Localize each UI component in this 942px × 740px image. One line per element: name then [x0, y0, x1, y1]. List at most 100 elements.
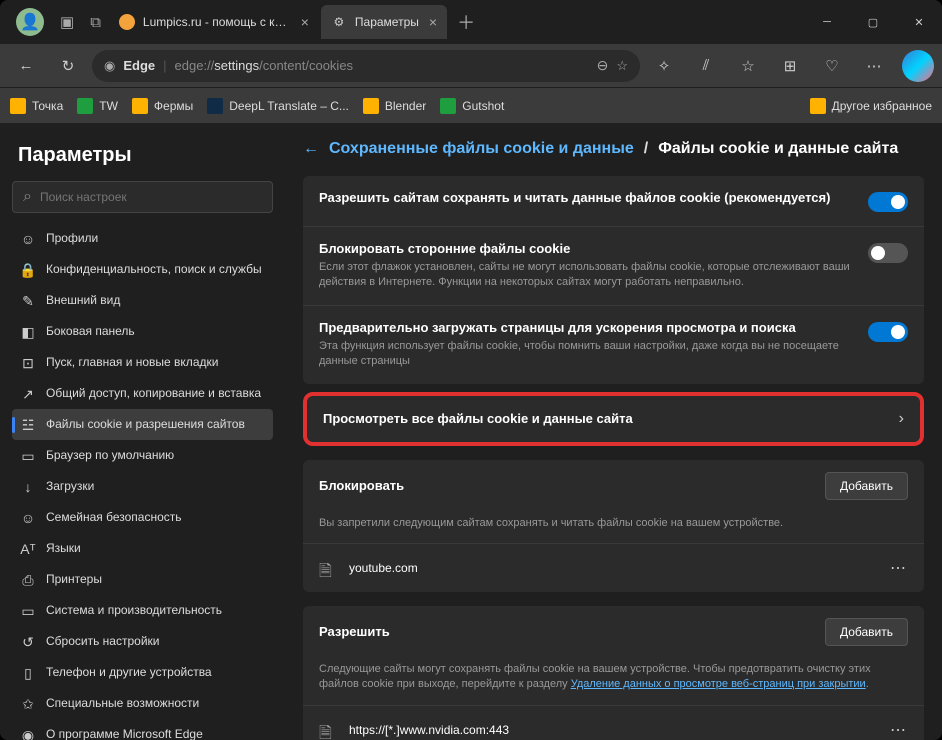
search-icon[interactable]: ⊖	[597, 57, 609, 74]
new-tab-button[interactable]: ＋	[457, 9, 475, 35]
toggle-preload[interactable]	[868, 322, 908, 342]
favorite-icon[interactable]: ☆	[616, 58, 628, 74]
back-button[interactable]: ←	[8, 50, 44, 82]
block-section-description: Вы запретили следующим сайтам сохранять …	[303, 516, 924, 543]
setting-preload: Предварительно загружать страницы для ус…	[319, 320, 868, 335]
toggle-block-third-party[interactable]	[868, 243, 908, 263]
tab-settings[interactable]: ⚙ Параметры ×	[321, 5, 447, 39]
sidebar-item-about[interactable]: ◉О программе Microsoft Edge	[12, 719, 273, 740]
setting-description: Если этот флажок установлен, сайты не мо…	[319, 260, 868, 291]
cookie-icon: ☳	[20, 417, 36, 433]
sidebar-item-share[interactable]: ↗Общий доступ, копирование и вставка	[12, 378, 273, 409]
home-icon: ⊡	[20, 355, 36, 371]
sidebar-item-printers[interactable]: ⎙Принтеры	[12, 564, 273, 595]
sidebar-item-appearance[interactable]: ✎Внешний вид	[12, 285, 273, 316]
accessibility-icon: ✩	[20, 696, 36, 712]
workspaces-icon[interactable]: ▣	[60, 13, 74, 31]
sidebar-item-profiles[interactable]: ☺Профили	[12, 223, 273, 254]
setting-allow-cookies: Разрешить сайтам сохранять и читать данн…	[319, 190, 868, 205]
sidebar-item-downloads[interactable]: ↓Загрузки	[12, 471, 273, 502]
back-icon[interactable]: ←	[303, 140, 319, 158]
more-icon[interactable]: ⋯	[890, 720, 908, 740]
breadcrumb-current: Файлы cookie и данные сайта	[658, 140, 898, 158]
toggle-allow-cookies[interactable]	[868, 192, 908, 212]
folder-icon	[810, 98, 826, 114]
bookmark-item[interactable]: Фермы	[132, 98, 193, 114]
search-settings[interactable]: ⌕	[12, 181, 273, 213]
sidebar-item-privacy[interactable]: 🔒Конфиденциальность, поиск и службы	[12, 254, 273, 285]
view-all-cookies-row[interactable]: Просмотреть все файлы cookie и данные са…	[303, 392, 924, 446]
breadcrumb: ← Сохраненные файлы cookie и данные / Фа…	[303, 140, 924, 158]
bookmark-item[interactable]: TW	[77, 98, 118, 114]
profile-avatar[interactable]: 👤	[16, 8, 44, 36]
bookmark-item[interactable]: Blender	[363, 98, 426, 114]
toolbar: ← ↻ ◉ Edge | edge://settings/content/coo…	[0, 44, 942, 88]
panel-icon: ◧	[20, 324, 36, 340]
sidebar-item-accessibility[interactable]: ✩Специальные возможности	[12, 688, 273, 719]
sidebar-item-phone[interactable]: ▯Телефон и другие устройства	[12, 657, 273, 688]
brand-label: Edge	[123, 58, 155, 73]
bookmark-item[interactable]: Точка	[10, 98, 63, 114]
sidebar-title: Параметры	[18, 144, 273, 167]
sidebar-item-sidebar[interactable]: ◧Боковая панель	[12, 316, 273, 347]
family-icon: ☺	[20, 510, 36, 526]
more-icon[interactable]: ⋯	[890, 558, 908, 578]
edge-icon: ◉	[20, 727, 36, 740]
clear-on-close-link[interactable]: Удаление данных о просмотре веб-страниц …	[571, 678, 866, 690]
maximize-button[interactable]: ▢	[850, 0, 896, 44]
settings-main: ← Сохраненные файлы cookie и данные / Фа…	[285, 124, 942, 740]
system-icon: ▭	[20, 603, 36, 619]
settings-sidebar: Параметры ⌕ ☺Профили 🔒Конфиденциальность…	[0, 124, 285, 740]
breadcrumb-link[interactable]: Сохраненные файлы cookie и данные	[329, 140, 634, 158]
copilot-button[interactable]	[902, 50, 934, 82]
share-icon: ↗	[20, 386, 36, 402]
sidebar-item-default[interactable]: ▭Браузер по умолчанию	[12, 440, 273, 471]
close-window-button[interactable]: ✕	[896, 0, 942, 44]
bookmark-item[interactable]: Gutshot	[440, 98, 504, 114]
phone-icon: ▯	[20, 665, 36, 681]
url-text: edge://settings/content/cookies	[175, 58, 589, 73]
reset-icon: ↺	[20, 634, 36, 650]
site-icon	[119, 14, 135, 30]
minimize-button[interactable]: ─	[804, 0, 850, 44]
sidebar-item-system[interactable]: ▭Система и производительность	[12, 595, 273, 626]
folder-icon	[363, 98, 379, 114]
bookmarks-bar: Точка TW Фермы DeepL Translate – C... Bl…	[0, 88, 942, 124]
lock-icon: 🔒	[20, 262, 36, 278]
folder-icon	[132, 98, 148, 114]
favorites-icon[interactable]: ☆	[730, 50, 766, 82]
more-icon[interactable]: ⋯	[856, 50, 892, 82]
sidebar-item-family[interactable]: ☺Семейная безопасность	[12, 502, 273, 533]
edge-icon: ◉	[104, 58, 115, 74]
split-icon[interactable]: ⫽	[688, 50, 724, 82]
sidebar-item-start[interactable]: ⊡Пуск, главная и новые вкладки	[12, 347, 273, 378]
search-input[interactable]	[40, 190, 262, 204]
add-allow-button[interactable]: Добавить	[825, 618, 908, 646]
close-icon[interactable]: ×	[301, 14, 309, 30]
folder-icon	[10, 98, 26, 114]
tab-lumpics[interactable]: Lumpics.ru - помощь с компьют ×	[109, 5, 319, 39]
refresh-button[interactable]: ↻	[50, 50, 86, 82]
sidebar-item-languages[interactable]: AᵀЯзыки	[12, 533, 273, 564]
bookmark-item[interactable]: DeepL Translate – C...	[207, 98, 349, 114]
site-label: https://[*.]www.nvidia.com:443	[349, 723, 890, 737]
address-bar[interactable]: ◉ Edge | edge://settings/content/cookies…	[92, 50, 640, 82]
sidebar-item-cookies[interactable]: ☳Файлы cookie и разрешения сайтов	[12, 409, 273, 440]
download-icon: ↓	[20, 479, 36, 495]
extensions-icon[interactable]: ✧	[646, 50, 682, 82]
allowed-site-row: 🗎 https://[*.]www.nvidia.com:443 ⋯	[303, 705, 924, 740]
collections-icon[interactable]: ⊞	[772, 50, 808, 82]
search-icon: ⌕	[23, 188, 32, 206]
blocked-site-row: 🗎 youtube.com ⋯	[303, 543, 924, 592]
sidebar-item-reset[interactable]: ↺Сбросить настройки	[12, 626, 273, 657]
performance-icon[interactable]: ♡	[814, 50, 850, 82]
gear-icon: ⚙	[331, 14, 347, 30]
file-icon: 🗎	[319, 560, 335, 576]
other-bookmarks[interactable]: Другое избранное	[810, 98, 932, 114]
browser-icon: ▭	[20, 448, 36, 464]
tab-title: Lumpics.ru - помощь с компьют	[143, 15, 291, 29]
tab-actions-icon[interactable]: ⧉	[90, 14, 101, 31]
add-block-button[interactable]: Добавить	[825, 472, 908, 500]
close-icon[interactable]: ×	[429, 14, 437, 30]
titlebar: 👤 ▣ ⧉ Lumpics.ru - помощь с компьют × ⚙ …	[0, 0, 942, 44]
